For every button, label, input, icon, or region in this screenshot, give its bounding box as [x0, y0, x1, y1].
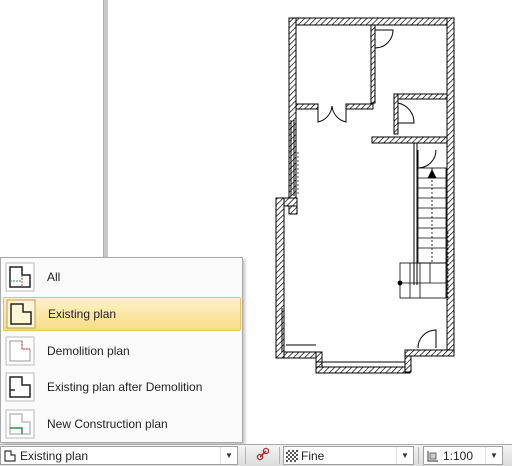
scale-value: 1:100	[443, 448, 474, 463]
menu-item-label: Existing plan after Demolition	[47, 380, 203, 394]
menu-item-all[interactable]: All	[3, 260, 241, 294]
scale-icon	[426, 449, 440, 463]
scale-select[interactable]: 1:100 ▼	[423, 446, 503, 465]
divider	[418, 447, 419, 464]
menu-item-label: Demolition plan	[47, 344, 130, 358]
detail-level-value: Fine	[301, 448, 325, 463]
menu-item-label: New Construction plan	[47, 417, 168, 431]
link-icon	[256, 447, 270, 464]
demolition-plan-icon	[5, 336, 35, 366]
divider	[245, 447, 246, 464]
phase-filter-value: Existing plan	[20, 448, 89, 463]
phase-filter-menu: All Existing plan Demolition plan Existi…	[0, 257, 243, 443]
status-bar: Existing plan ▼ Fine ▼ 1:100 ▼	[0, 444, 512, 466]
menu-item-existing-plan[interactable]: Existing plan	[3, 297, 241, 331]
link-button[interactable]	[251, 446, 277, 465]
existing-after-demolition-icon	[5, 372, 35, 402]
new-construction-plan-icon	[5, 409, 35, 439]
divider	[279, 447, 280, 464]
menu-item-demolition-plan[interactable]: Demolition plan	[3, 334, 241, 368]
phase-icon	[3, 449, 17, 463]
chevron-down-icon[interactable]: ▼	[485, 447, 502, 464]
phase-filter-select[interactable]: Existing plan ▼	[0, 446, 238, 465]
chevron-down-icon[interactable]: ▼	[396, 447, 413, 464]
menu-item-existing-after-demolition[interactable]: Existing plan after Demolition	[3, 370, 241, 404]
existing-plan-icon	[6, 299, 36, 329]
menu-item-label: All	[47, 270, 61, 284]
menu-item-label: Existing plan	[48, 307, 117, 321]
menu-item-new-construction-plan[interactable]: New Construction plan	[3, 407, 241, 441]
chevron-down-icon[interactable]: ▼	[220, 447, 237, 464]
detail-level-icon	[286, 449, 298, 462]
all-plans-icon	[5, 262, 35, 292]
detail-level-select[interactable]: Fine ▼	[283, 446, 414, 465]
